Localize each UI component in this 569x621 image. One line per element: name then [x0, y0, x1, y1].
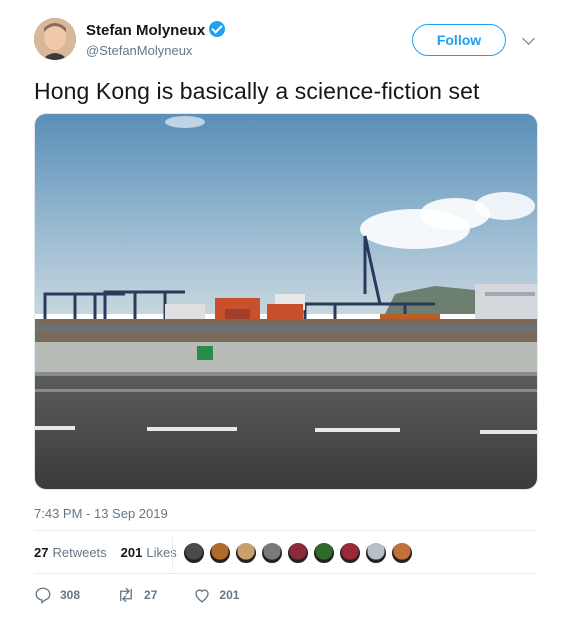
reply-icon	[35, 587, 51, 604]
liker-avatar[interactable]	[261, 542, 283, 564]
retweet-button[interactable]: 27	[116, 586, 157, 604]
avatar-portrait	[34, 18, 76, 60]
tweet-photo[interactable]	[34, 113, 538, 490]
verified-badge-icon	[209, 21, 226, 37]
liker-avatar[interactable]	[339, 542, 361, 564]
divider	[34, 530, 537, 531]
tweet-text: Hong Kong is basically a science-fiction…	[34, 78, 480, 104]
liker-avatar[interactable]	[313, 542, 335, 564]
photo-image	[35, 114, 537, 489]
liker-avatar[interactable]	[183, 542, 205, 564]
liker-avatar[interactable]	[391, 542, 413, 564]
author-display-name[interactable]: Stefan Molyneux	[86, 22, 205, 39]
retweet-count: 27	[144, 588, 158, 602]
liker-avatar[interactable]	[287, 542, 309, 564]
reply-count: 308	[60, 588, 81, 602]
tweet-timestamp[interactable]: 7:43 PM - 13 Sep 2019	[34, 506, 168, 521]
retweets-stat[interactable]: 27 Retweets	[34, 545, 107, 560]
liker-avatar[interactable]	[235, 542, 257, 564]
reply-button[interactable]: 308	[34, 586, 80, 604]
likes-stat[interactable]: 201 Likes	[121, 545, 177, 560]
tweet-actions: 308 27 201	[34, 586, 239, 604]
like-button[interactable]: 201	[193, 586, 239, 604]
retweet-icon	[120, 587, 132, 603]
author-info: Stefan Molyneux @StefanMolyneux	[86, 21, 226, 58]
retweets-count: 27	[34, 545, 49, 560]
like-icon	[195, 589, 210, 603]
liker-avatar[interactable]	[209, 542, 231, 564]
divider	[34, 573, 537, 574]
author-handle[interactable]: @StefanMolyneux	[86, 43, 225, 58]
author-avatar[interactable]	[34, 18, 76, 60]
likes-count: 201	[120, 545, 143, 560]
retweets-label: Retweets	[52, 545, 107, 560]
chevron-down-icon[interactable]	[522, 32, 535, 45]
like-count: 201	[219, 588, 240, 602]
tweet-stats: 27 Retweets 201 Likes	[34, 545, 177, 560]
liker-avatar[interactable]	[365, 542, 387, 564]
likers-avatars	[172, 537, 417, 569]
follow-button[interactable]: Follow	[412, 24, 506, 56]
